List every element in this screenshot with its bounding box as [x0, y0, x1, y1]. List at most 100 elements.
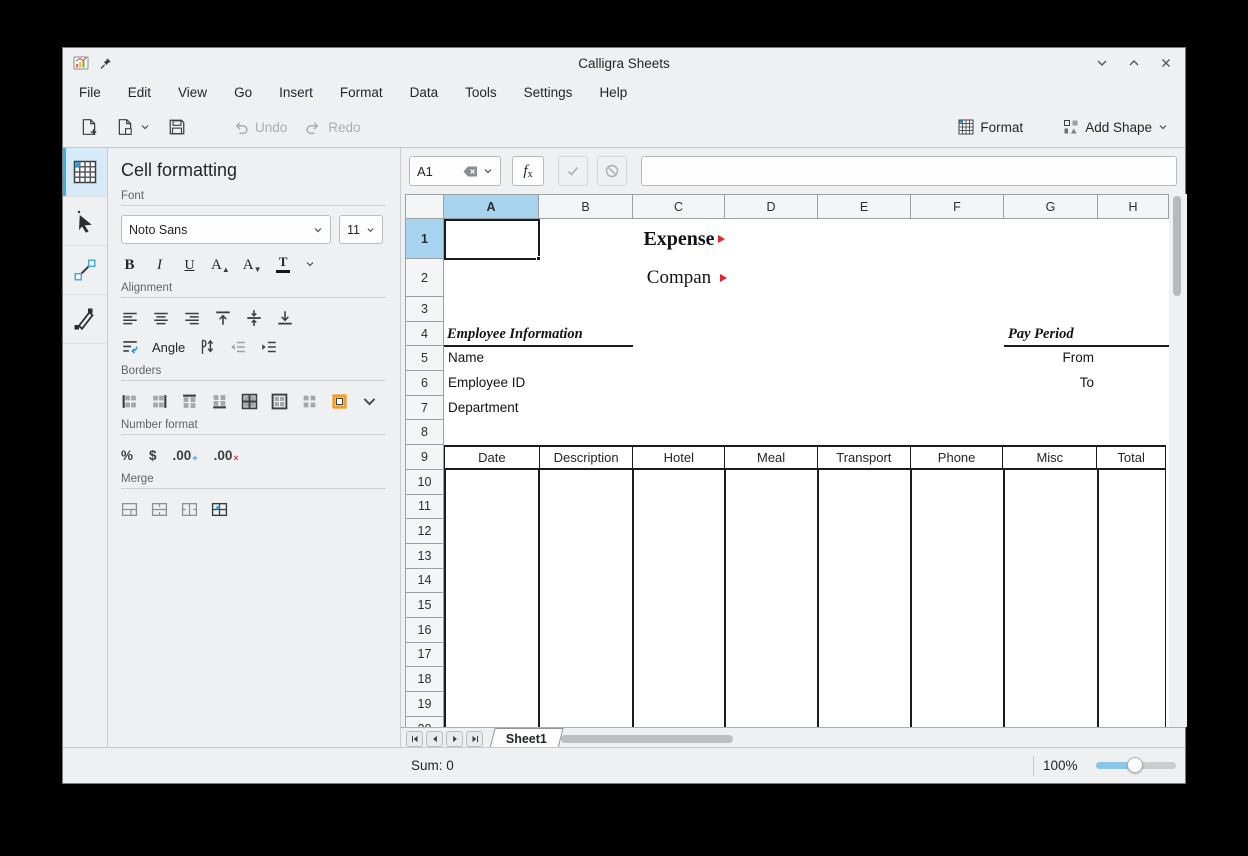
cell-reference-box[interactable]: A1 [409, 156, 501, 186]
currency-format-button[interactable]: $ [149, 448, 157, 463]
cell-selection-marquee[interactable] [444, 219, 540, 260]
close-icon[interactable] [1157, 54, 1175, 72]
underline-button[interactable]: U [181, 254, 198, 274]
row-header[interactable]: 20 [405, 717, 444, 727]
increase-precision-button[interactable]: .00+ [173, 448, 198, 463]
cell-pay-period[interactable]: Pay Period [1008, 322, 1074, 347]
row-header[interactable]: 8 [405, 420, 444, 445]
text-color-chevron-icon[interactable] [305, 259, 315, 269]
font-size-select[interactable]: 11 [339, 215, 383, 244]
border-bottom-icon[interactable] [211, 393, 228, 410]
row-header[interactable]: 18 [405, 667, 444, 692]
row-header[interactable]: 3 [405, 297, 444, 322]
column-header[interactable]: G [1004, 194, 1098, 219]
cell-tool-button[interactable] [63, 148, 107, 197]
border-top-icon[interactable] [181, 393, 198, 410]
align-center-icon[interactable] [152, 309, 170, 327]
select-all-corner[interactable] [405, 194, 444, 219]
expense-table-header-cell[interactable]: Date [445, 447, 540, 468]
new-document-button[interactable] [76, 114, 102, 140]
cancel-formula-button[interactable] [597, 156, 627, 186]
row-header[interactable]: 12 [405, 519, 444, 544]
column-header[interactable]: F [911, 194, 1004, 219]
expense-table-header-cell[interactable]: Misc [1003, 447, 1097, 468]
first-sheet-button[interactable] [406, 731, 423, 747]
row-header[interactable]: 19 [405, 692, 444, 717]
row-header[interactable]: 16 [405, 618, 444, 643]
row-header[interactable]: 4 [405, 322, 444, 347]
border-right-icon[interactable] [151, 393, 168, 410]
cell-expense-title[interactable]: Expense [633, 219, 725, 259]
cell-employee-info[interactable]: Employee Information [447, 322, 583, 347]
zoom-slider[interactable] [1096, 762, 1176, 769]
column-header[interactable]: D [725, 194, 818, 219]
grow-font-button[interactable]: A▲ [211, 254, 230, 274]
unmerge-cells-icon[interactable] [211, 501, 228, 518]
expense-table-header-cell[interactable]: Hotel [633, 447, 725, 468]
menu-item[interactable]: Go [234, 85, 252, 100]
previous-sheet-button[interactable] [426, 731, 443, 747]
sheet-canvas[interactable]: Expense Compan Employee Information Pay … [444, 219, 1169, 727]
row-header[interactable]: 14 [405, 569, 444, 594]
merge-vertical-icon[interactable] [181, 501, 198, 518]
expense-table-header-cell[interactable]: Total [1097, 447, 1165, 468]
text-color-button[interactable]: T [275, 255, 292, 273]
cell-to-label[interactable]: To [1004, 371, 1094, 396]
angle-button[interactable]: Angle [152, 340, 185, 355]
indent-more-icon[interactable] [260, 338, 278, 356]
border-outline-icon[interactable] [271, 393, 288, 410]
menu-item[interactable]: Insert [279, 85, 313, 100]
border-none-icon[interactable] [301, 393, 318, 410]
font-family-select[interactable]: Noto Sans [121, 215, 331, 244]
cell-from-label[interactable]: From [1004, 346, 1094, 371]
column-header[interactable]: E [818, 194, 911, 219]
vertical-scrollbar-thumb[interactable] [1173, 196, 1181, 296]
vertical-scrollbar[interactable] [1171, 196, 1183, 725]
menu-item[interactable]: Settings [524, 85, 573, 100]
menu-item[interactable]: Data [410, 85, 439, 100]
save-button[interactable] [164, 114, 190, 140]
border-color-chevron-icon[interactable] [361, 393, 378, 410]
row-header[interactable]: 2 [405, 259, 444, 297]
expense-table-header-cell[interactable]: Phone [911, 447, 1004, 468]
percent-format-button[interactable]: % [121, 448, 133, 463]
column-header[interactable]: B [539, 194, 633, 219]
pin-icon[interactable] [99, 57, 112, 70]
row-header[interactable]: 6 [405, 371, 444, 396]
menu-item[interactable]: File [79, 85, 101, 100]
zoom-slider-handle[interactable] [1127, 757, 1143, 773]
merge-horizontal-icon[interactable] [151, 501, 168, 518]
connector-tool-button[interactable] [63, 246, 107, 295]
column-header[interactable]: A [444, 194, 539, 219]
expense-table-header-cell[interactable]: Meal [725, 447, 818, 468]
column-header[interactable]: H [1098, 194, 1169, 219]
menu-item[interactable]: Format [340, 85, 383, 100]
accept-formula-button[interactable] [558, 156, 588, 186]
fill-handle[interactable] [536, 256, 541, 261]
horizontal-scrollbar-thumb[interactable] [561, 735, 733, 743]
row-header[interactable]: 7 [405, 396, 444, 421]
row-header[interactable]: 17 [405, 643, 444, 668]
row-header[interactable]: 1 [405, 219, 444, 259]
formula-input[interactable] [641, 156, 1177, 186]
row-header[interactable]: 9 [405, 445, 444, 470]
cell-department-label[interactable]: Department [448, 396, 519, 421]
add-shape-button[interactable]: Add Shape [1059, 115, 1172, 139]
row-header[interactable]: 10 [405, 470, 444, 495]
row-header[interactable]: 5 [405, 346, 444, 371]
border-color-button[interactable] [331, 393, 348, 410]
open-document-button[interactable] [112, 114, 154, 140]
align-middle-icon[interactable] [245, 309, 263, 327]
italic-button[interactable]: I [151, 254, 168, 274]
clear-reference-icon[interactable] [463, 166, 478, 177]
align-top-icon[interactable] [214, 309, 232, 327]
menu-item[interactable]: View [178, 85, 207, 100]
sheet-tab-active[interactable]: Sheet1 [489, 728, 563, 749]
row-header[interactable]: 11 [405, 495, 444, 520]
next-sheet-button[interactable] [446, 731, 463, 747]
maximize-icon[interactable] [1125, 54, 1143, 72]
menu-item[interactable]: Tools [465, 85, 497, 100]
align-bottom-icon[interactable] [276, 309, 294, 327]
shape-selection-tool-button[interactable] [63, 197, 107, 246]
expense-table-header-cell[interactable]: Description [540, 447, 634, 468]
